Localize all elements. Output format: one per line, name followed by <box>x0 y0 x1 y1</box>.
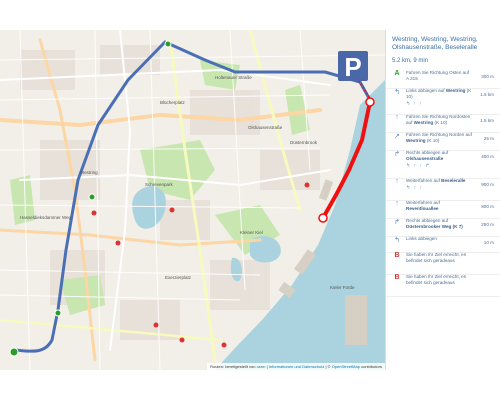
step-instruction: Links abbiegen <box>406 236 472 242</box>
end-marker: B <box>394 274 400 281</box>
osrm-link[interactable]: osrm <box>257 364 266 369</box>
straight-icon: ↑ <box>395 178 399 185</box>
step-distance: 800 m <box>481 204 494 209</box>
step-instruction: Fahren Sie Richtung Norden auf Westring … <box>406 132 472 144</box>
slight-right-icon: ↗ <box>394 133 400 140</box>
step-instruction: Sie haben Ihr Ziel erreicht, es befindet… <box>406 252 472 264</box>
parking-sign-icon: P <box>338 51 368 81</box>
attribution-prefix: Routen: bereitgestellt von <box>210 364 256 369</box>
direction-step[interactable]: ↗ Fahren Sie Richtung Norden auf Westring… <box>386 132 500 151</box>
straight-icon: ↑ <box>395 200 399 207</box>
step-street-name: Westring <box>413 120 434 125</box>
attribution-suffix: contributors <box>361 364 382 369</box>
step-text: Fahren Sie Richtung Norden auf <box>406 132 472 137</box>
step-street-name: Westring <box>406 138 426 143</box>
step-text: Weiterfahren auf <box>406 178 440 183</box>
step-distance: 25 m <box>483 136 494 141</box>
map-label: Hasseldieksdammer Weg <box>20 215 72 220</box>
step-text: Rechts abbiegen auf <box>406 150 449 155</box>
attribution-separator: | <box>266 364 268 369</box>
step-distance: 10 m <box>483 240 494 245</box>
step-street-name: Olshausenstraße <box>406 156 444 161</box>
route-viewer: Olshausenstraße Schrevenpark Westring Bl… <box>0 30 500 370</box>
step-instruction: Fahren Sie Richtung Nordosten auf Westri… <box>406 114 472 126</box>
route-waypoint-end <box>365 97 375 107</box>
step-instruction: Rechts abbiegen auf Olshausenstraße ↰ ↑ ↑… <box>406 150 472 169</box>
step-distance: 300 m <box>481 74 494 79</box>
map-attribution: Routen: bereitgestellt von osrm | Inform… <box>207 363 385 370</box>
step-text: Weiterfahren auf <box>406 200 440 205</box>
direction-step[interactable]: ↱ Rechts abbiegen auf Olshausenstraße ↰ ↑ … <box>386 150 500 179</box>
map-label: Kleiner Kiel <box>240 230 263 235</box>
direction-step[interactable]: ↱ Rechts abbiegen auf Düsternbrooker Weg … <box>386 218 500 237</box>
map-label: Olshausenstraße <box>248 125 283 130</box>
map-label: Blücherplatz <box>160 100 185 105</box>
step-distance: 250 m <box>481 222 494 227</box>
step-instruction: Weiterfahren auf Reventlouallee <box>406 200 472 212</box>
openstreetmap-link[interactable]: OpenStreetMap <box>332 364 360 369</box>
step-road-ref: (K 10) <box>426 138 440 143</box>
lane-guidance-icons: ↰ ↑ ↑ <box>406 101 423 107</box>
lane-guidance-icons: ↰ ↑ ↑ <box>406 185 423 191</box>
step-street-name: Düsternbrooker Weg (K 7) <box>406 224 463 229</box>
map-label: Düsternbrook <box>290 140 318 145</box>
map-canvas[interactable] <box>0 30 385 370</box>
turn-right-icon: ↱ <box>394 219 400 226</box>
start-marker-pin <box>9 347 19 357</box>
route-waypoint-start <box>318 213 328 223</box>
map-label: Westring <box>80 170 98 175</box>
direction-step[interactable]: B Sie haben Ihr Ziel erreicht, es befinde… <box>386 252 500 275</box>
step-text: Links abbiegen <box>406 236 437 241</box>
step-street-name: Westring <box>445 88 466 93</box>
map-label: Holtenauer Straße <box>215 75 252 80</box>
privacy-link[interactable]: Informationen und Datenschutz <box>269 364 325 369</box>
turn-right-icon: ↱ <box>394 151 400 158</box>
step-instruction: Sie haben Ihr Ziel erreicht, es befindet… <box>406 274 472 286</box>
start-marker: A <box>394 70 400 77</box>
direction-step[interactable]: ↑ Fahren Sie Richtung Nordosten auf Westr… <box>386 114 500 133</box>
step-road-ref: A 215 <box>406 76 418 81</box>
step-text: Rechts abbiegen auf <box>406 218 449 223</box>
map-label: Exerzierplatz <box>165 275 192 280</box>
step-text: Sie haben Ihr Ziel erreicht, es befindet… <box>406 252 467 263</box>
straight-icon: ↑ <box>395 114 399 121</box>
lane-guidance-icons: ↰ ↑ ↑ ↱ <box>406 163 431 169</box>
step-text: Sie haben Ihr Ziel erreicht, es befindet… <box>406 274 467 285</box>
step-road-ref: (K 10) <box>434 120 448 125</box>
map-label: Schrevenpark <box>145 182 173 187</box>
attribution-mid: | © <box>325 364 331 369</box>
step-distance: 1.5 km <box>480 118 494 123</box>
map-view[interactable]: Olshausenstraße Schrevenpark Westring Bl… <box>0 30 385 370</box>
turn-left-icon: ↰ <box>394 89 400 96</box>
turn-left-icon: ↰ <box>394 237 400 244</box>
step-distance: 900 m <box>481 182 494 187</box>
step-street-name: Beseleralle <box>441 178 466 183</box>
map-label: Kieler Förde <box>330 285 355 290</box>
step-instruction: Links abbiegen auf Westring (K 10) ↰ ↑ ↑ <box>406 88 472 107</box>
step-text: Fahren Sie Richtung Osten auf <box>406 70 470 75</box>
direction-step[interactable]: ↰ Links abbiegen auf Westring (K 10) ↰ ↑ ↑… <box>386 88 500 115</box>
step-distance: 1.5 km <box>480 92 494 97</box>
direction-step[interactable]: A Fahren Sie Richtung Osten auf A 215 300 … <box>386 70 500 89</box>
direction-step[interactable]: ↑ Weiterfahren auf Reventlouallee 800 m <box>386 200 500 219</box>
step-instruction: Weiterfahren auf Beseleralle ↰ ↑ ↑ <box>406 178 472 191</box>
step-instruction: Fahren Sie Richtung Osten auf A 215 <box>406 70 472 82</box>
directions-panel: Westring, Westring, Westring, Olshausens… <box>385 30 500 370</box>
direction-step[interactable]: B Sie haben Ihr Ziel erreicht, es befinde… <box>386 274 500 297</box>
route-summary: 5.2 km, 9 min <box>392 58 429 64</box>
direction-step[interactable]: ↑ Weiterfahren auf Beseleralle ↰ ↑ ↑ 900 m <box>386 178 500 201</box>
end-marker: B <box>394 252 400 259</box>
step-street-name: Reventlouallee <box>406 206 439 211</box>
direction-step[interactable]: ↰ Links abbiegen 10 m <box>386 236 500 253</box>
step-instruction: Rechts abbiegen auf Düsternbrooker Weg (… <box>406 218 472 230</box>
step-text: Links abbiegen auf <box>406 88 445 93</box>
svg-text:P: P <box>344 52 361 81</box>
route-title: Westring, Westring, Westring, Olshausens… <box>392 36 478 51</box>
step-distance: 400 m <box>481 154 494 159</box>
